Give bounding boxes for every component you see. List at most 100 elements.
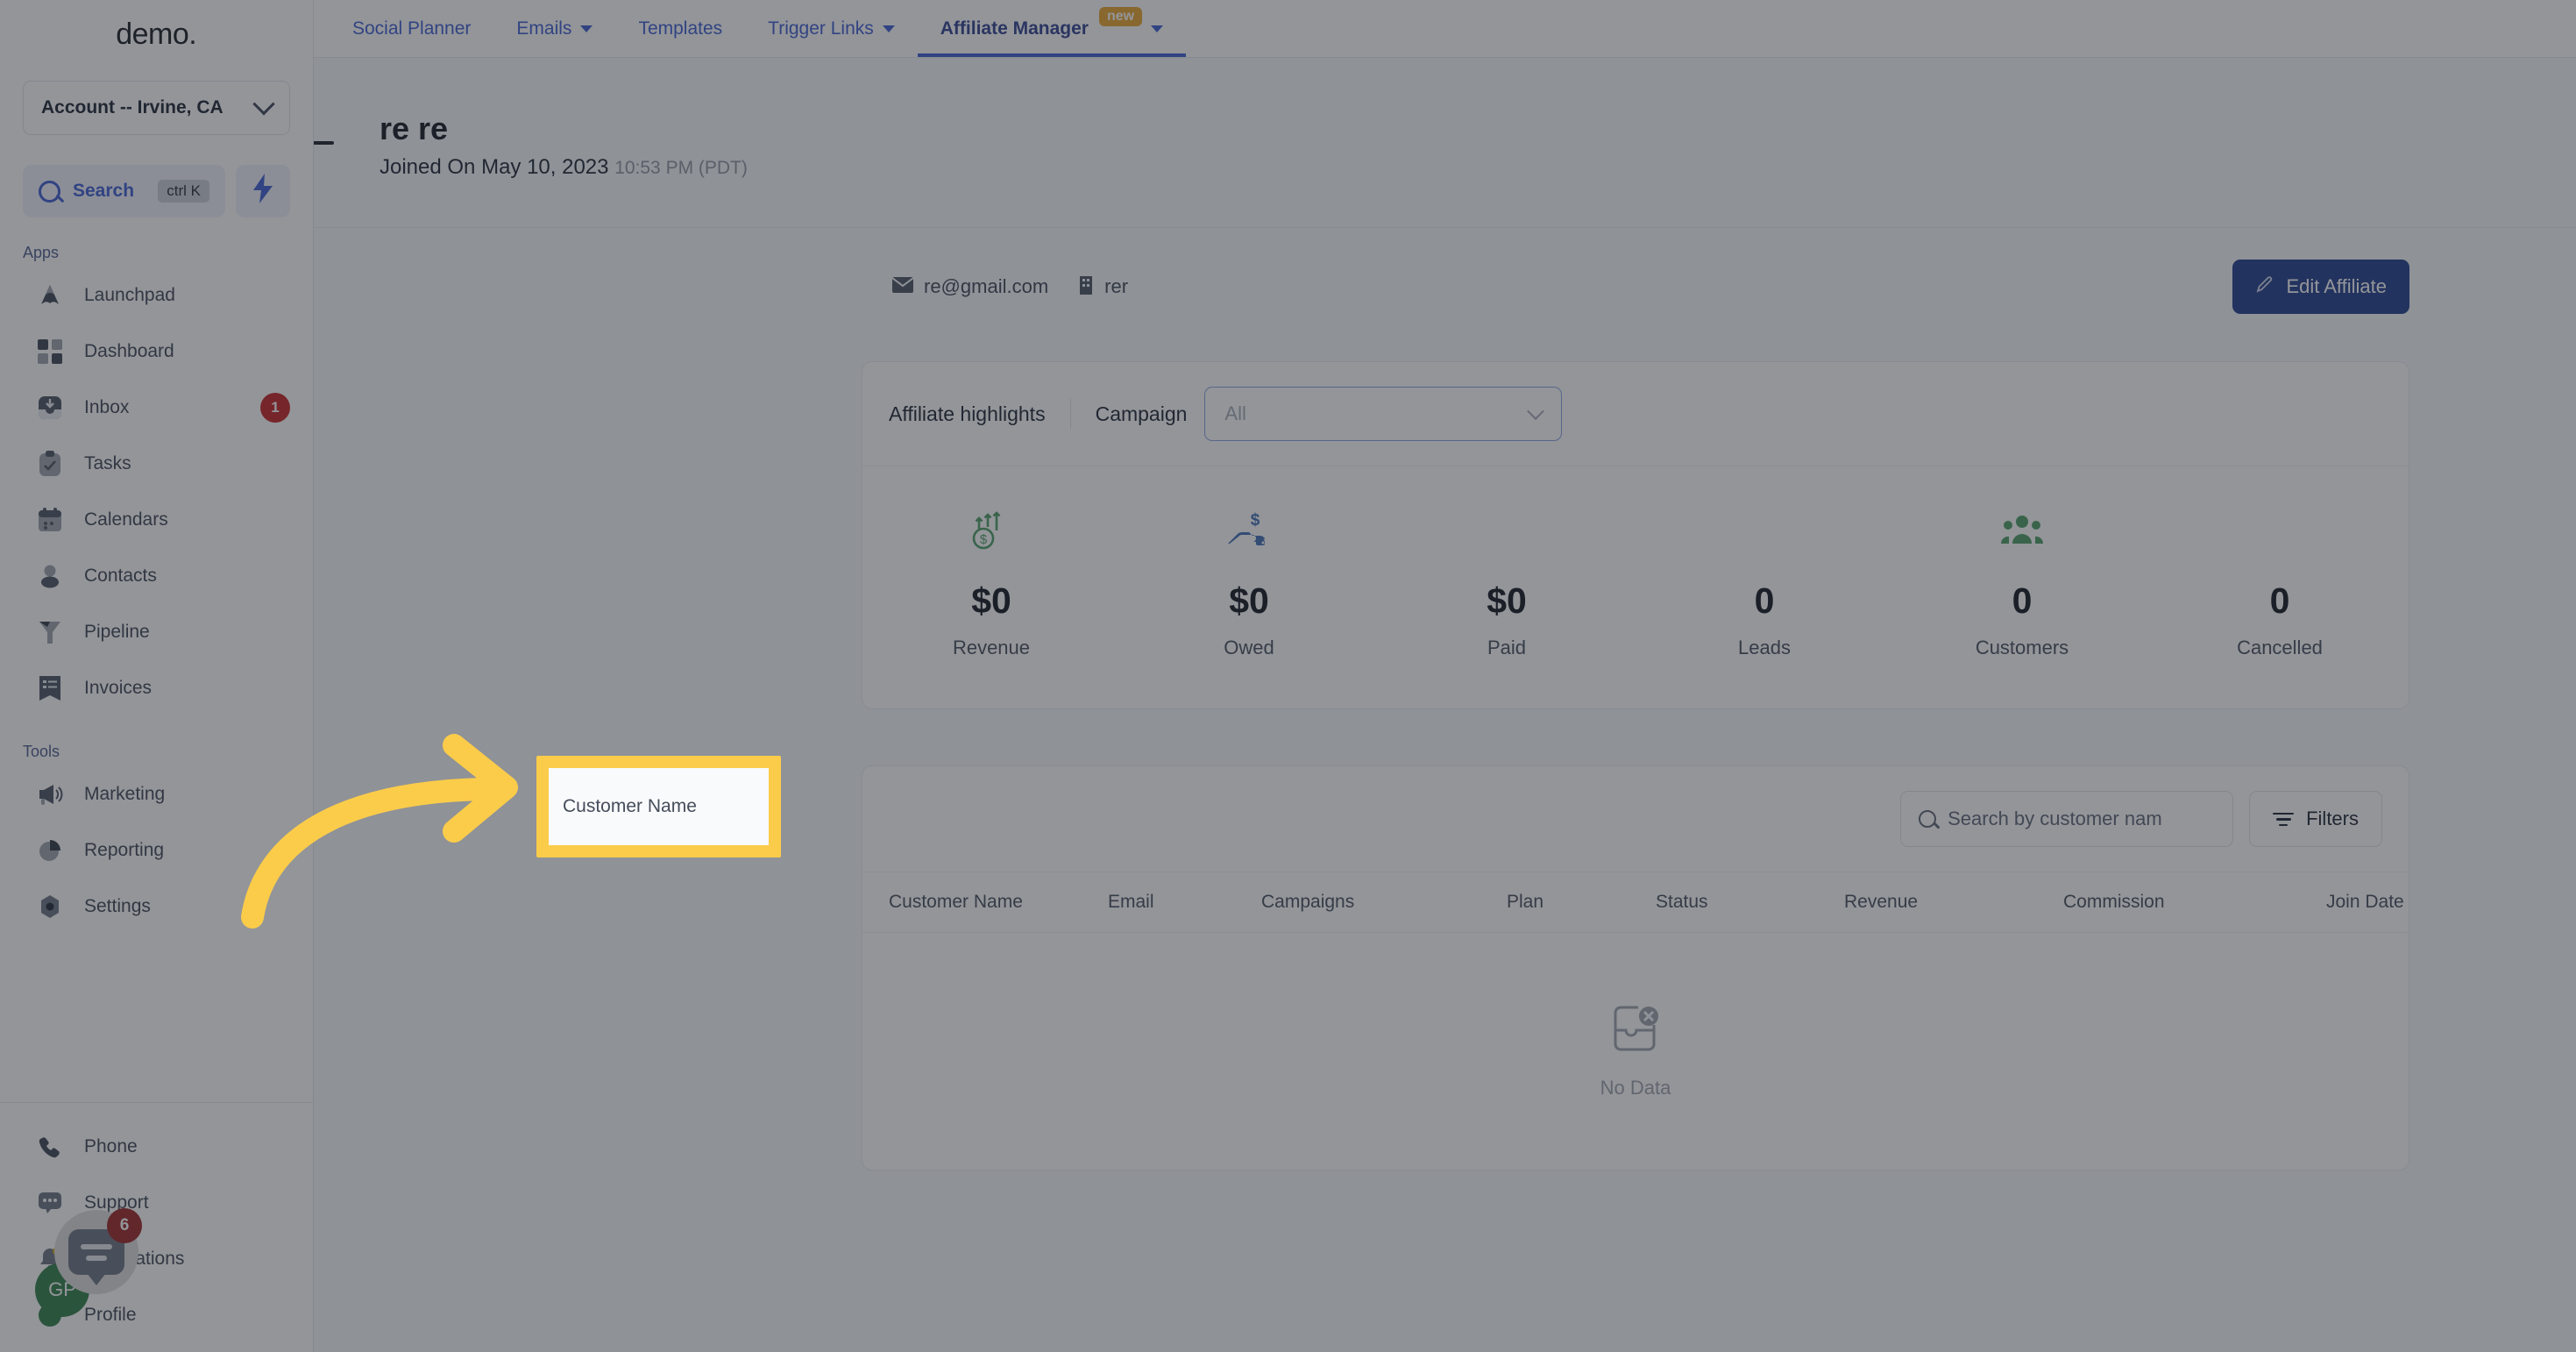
tab-affiliate-manager[interactable]: Affiliate Manager new: [917, 0, 1187, 57]
sidebar-item-label: Tasks: [84, 453, 131, 473]
search-icon: [39, 180, 60, 203]
filter-icon: [2273, 812, 2295, 827]
table-empty-cell: No Data: [862, 933, 2409, 1170]
stat-label: Leads: [1738, 637, 1791, 659]
stat-customers: 0 Customers: [1893, 507, 2151, 659]
divider: [1069, 399, 1071, 430]
no-data-text: No Data: [1600, 1076, 1671, 1099]
campaign-select[interactable]: All: [1204, 387, 1563, 442]
chat-dots-icon: [35, 1188, 65, 1218]
stat-label: Paid: [1487, 637, 1527, 659]
search-input[interactable]: [1948, 808, 2216, 831]
tab-templates[interactable]: Templates: [615, 0, 745, 57]
quick-actions-button[interactable]: [236, 165, 290, 217]
stat-leads: 0 Leads: [1636, 507, 1893, 659]
account-selector-label: Account -- Irvine, CA: [41, 97, 224, 117]
sidebar-item-label: Dashboard: [84, 341, 174, 361]
stat-paid: $0 Paid: [1378, 507, 1636, 659]
tab-trigger-links[interactable]: Trigger Links: [745, 0, 918, 57]
pencil-icon: [2255, 274, 2274, 299]
tab-label: Trigger Links: [768, 18, 874, 39]
column-header-customer-name[interactable]: Customer Name: [862, 872, 1108, 934]
sidebar-item-inbox[interactable]: Inbox 1: [0, 380, 313, 436]
sidebar-item-pipeline[interactable]: Pipeline: [0, 604, 313, 660]
affiliate-email: re@gmail.com: [891, 275, 1049, 298]
sidebar-item-label: Invoices: [84, 678, 153, 698]
customer-search-field[interactable]: [1900, 791, 2234, 848]
sidebar-item-contacts[interactable]: Contacts: [0, 548, 313, 604]
edit-affiliate-button[interactable]: Edit Affiliate: [2232, 260, 2409, 315]
highlights-card-header: Affiliate highlights Campaign All: [862, 362, 2409, 467]
sidebar-item-settings[interactable]: Settings: [0, 879, 313, 935]
affiliate-company-text: rer: [1104, 275, 1129, 298]
chevron-down-icon: [1527, 402, 1545, 421]
sidebar-item-marketing[interactable]: Marketing: [0, 766, 313, 822]
brand-logo: demo.: [0, 0, 313, 68]
lightning-bolt-svg: [253, 174, 273, 203]
no-data-state: No Data: [862, 1004, 2409, 1099]
stat-owed: $ $0 Owed: [1120, 507, 1378, 659]
column-header-plan[interactable]: Plan: [1507, 872, 1656, 934]
column-header-email[interactable]: Email: [1108, 872, 1261, 934]
table-body: No Data: [862, 933, 2409, 1170]
sidebar-bottom: Phone Support Notifications Profile: [0, 1102, 313, 1352]
sidebar-item-phone[interactable]: Phone: [0, 1119, 313, 1175]
column-header-join-date[interactable]: Join Date: [2326, 872, 2409, 934]
sidebar-item-calendars[interactable]: Calendars: [0, 492, 313, 548]
sidebar-item-tasks[interactable]: Tasks: [0, 436, 313, 492]
customers-group-icon: [2001, 507, 2043, 556]
tab-label: Affiliate Manager: [940, 18, 1089, 39]
inbox-unread-badge: 1: [260, 393, 290, 423]
table-header-row: Customer Name Email Campaigns Plan Statu…: [862, 872, 2409, 934]
highlights-title: Affiliate highlights: [889, 402, 1046, 425]
stat-value: $0: [971, 580, 1011, 622]
sidebar-item-invoices[interactable]: Invoices: [0, 660, 313, 716]
search-icon: [1919, 810, 1937, 829]
new-badge: new: [1098, 6, 1143, 26]
chat-widget-button[interactable]: 6: [54, 1208, 142, 1294]
stat-value: 0: [2269, 580, 2290, 622]
chevron-down-icon: [1151, 25, 1164, 32]
customers-table: Customer Name Email Campaigns Plan Statu…: [862, 872, 2409, 1170]
app-root: demo. Account -- Irvine, CA Search ctrl …: [0, 0, 2576, 1352]
top-navigation-bar: Social Planner Emails Templates Trigger …: [314, 0, 2576, 58]
no-data-inbox-icon: [1608, 1004, 1663, 1061]
lightning-bolt-icon: [252, 174, 274, 209]
account-selector[interactable]: Account -- Irvine, CA: [23, 81, 290, 135]
tab-emails[interactable]: Emails: [493, 0, 615, 57]
affiliate-email-text: re@gmail.com: [924, 275, 1049, 298]
stat-cancelled: 0 Cancelled: [2151, 507, 2409, 659]
search-shortcut-badge: ctrl K: [158, 180, 209, 203]
gear-icon: [35, 892, 65, 921]
column-header-revenue[interactable]: Revenue: [1844, 872, 2063, 934]
stat-value: 0: [1754, 580, 1775, 622]
dashboard-grid-icon: [35, 337, 65, 366]
tab-social-planner[interactable]: Social Planner: [330, 0, 493, 57]
campaign-filter-label: Campaign: [1095, 402, 1188, 425]
filters-button[interactable]: Filters: [2249, 791, 2382, 848]
sidebar-section-tools-title: Tools: [23, 743, 60, 760]
sidebar-item-support[interactable]: Support: [0, 1175, 313, 1231]
highlight-callout-customer-name[interactable]: Customer Name: [536, 756, 781, 857]
building-icon: [1078, 275, 1094, 299]
sidebar-item-launchpad[interactable]: Launchpad: [0, 267, 313, 324]
search-input[interactable]: Search ctrl K: [23, 165, 225, 217]
phone-icon: [35, 1132, 65, 1162]
stat-label: Owed: [1224, 637, 1274, 659]
back-arrow-icon[interactable]: [314, 123, 337, 160]
megaphone-icon: [35, 779, 65, 809]
sidebar-item-dashboard[interactable]: Dashboard: [0, 324, 313, 380]
stat-label: Cancelled: [2237, 637, 2323, 659]
table-empty-row: No Data: [862, 933, 2409, 1170]
contacts-person-icon: [35, 561, 65, 591]
sidebar-item-label: Pipeline: [84, 622, 150, 642]
affiliate-joined-label: Joined On May 10, 2023: [380, 155, 609, 180]
column-header-commission[interactable]: Commission: [2063, 872, 2326, 934]
column-header-status[interactable]: Status: [1656, 872, 1844, 934]
chat-unread-badge: 6: [107, 1208, 142, 1243]
affiliate-joined-time: 10:53 PM (PDT): [614, 158, 748, 179]
svg-text:$: $: [980, 532, 988, 547]
column-header-campaigns[interactable]: Campaigns: [1261, 872, 1507, 934]
stat-value: $0: [1487, 580, 1527, 622]
sidebar-item-reporting[interactable]: Reporting: [0, 822, 313, 879]
